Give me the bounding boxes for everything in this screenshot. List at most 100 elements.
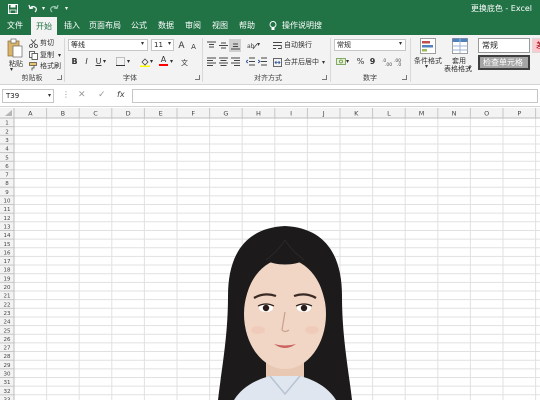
align-bottom-icon[interactable] — [229, 39, 241, 52]
copy-dropdown-icon[interactable]: ▾ — [58, 52, 61, 59]
align-left-icon[interactable] — [206, 56, 217, 67]
font-family-dropdown-icon[interactable]: ▾ — [141, 40, 144, 47]
row-header-3[interactable]: 3 — [5, 138, 9, 144]
customize-qat-icon[interactable]: ▾ — [60, 2, 73, 15]
merge-dropdown-icon[interactable]: ▾ — [322, 59, 325, 66]
column-header-A[interactable]: A — [28, 110, 33, 118]
align-middle-icon[interactable] — [218, 40, 229, 51]
column-header-D[interactable]: D — [126, 110, 131, 118]
number-format-select[interactable]: 常规 — [334, 39, 406, 51]
percent-button[interactable]: % — [355, 56, 366, 67]
wrap-text-button[interactable]: 自动换行 — [273, 40, 312, 50]
bold-button[interactable]: B — [69, 56, 80, 67]
row-header-24[interactable]: 24 — [4, 320, 11, 326]
clipboard-launcher-icon[interactable] — [57, 75, 62, 80]
row-header-2[interactable]: 2 — [5, 129, 9, 135]
number-launcher-icon[interactable] — [402, 75, 407, 80]
currency-icon[interactable] — [335, 56, 346, 67]
redo-icon[interactable] — [47, 2, 60, 15]
row-header-20[interactable]: 20 — [4, 285, 11, 291]
tab-insert[interactable]: 插入 — [60, 17, 84, 35]
row-header-1[interactable]: 1 — [5, 121, 9, 127]
row-header-30[interactable]: 30 — [4, 372, 11, 378]
column-header-K[interactable]: K — [354, 110, 359, 118]
column-header-L[interactable]: L — [387, 110, 391, 118]
column-header-H[interactable]: H — [256, 110, 261, 118]
format-as-table-dropdown-icon[interactable]: ▾ — [468, 65, 471, 72]
tab-home[interactable]: 开始 — [31, 17, 57, 35]
borders-dropdown-icon[interactable]: ▾ — [127, 58, 130, 65]
merge-center-button[interactable]: 合并后居中 ▾ — [273, 57, 325, 67]
row-header-15[interactable]: 15 — [4, 242, 11, 248]
name-box[interactable]: T39 — [2, 89, 54, 103]
column-header-P[interactable]: P — [517, 110, 521, 118]
font-launcher-icon[interactable] — [195, 75, 200, 80]
column-header-G[interactable]: G — [223, 110, 228, 118]
format-painter-button[interactable]: 格式刷 — [29, 61, 61, 71]
font-color-dropdown-icon[interactable]: ▾ — [170, 58, 173, 65]
column-header-C[interactable]: C — [93, 110, 98, 118]
paste-dropdown-icon[interactable]: ▾ — [10, 66, 13, 73]
align-right-icon[interactable] — [230, 56, 241, 67]
row-header-9[interactable]: 9 — [5, 190, 9, 196]
number-format-dropdown-icon[interactable]: ▾ — [399, 40, 402, 47]
format-as-table-icon[interactable] — [450, 37, 470, 55]
row-header-6[interactable]: 6 — [5, 164, 9, 170]
row-header-7[interactable]: 7 — [5, 173, 9, 179]
row-header-11[interactable]: 11 — [4, 207, 11, 213]
conditional-format-icon[interactable] — [418, 37, 438, 55]
column-header-M[interactable]: M — [419, 110, 425, 118]
style-check-cell[interactable]: 检查单元格 — [478, 55, 530, 70]
tab-data[interactable]: 数据 — [155, 17, 177, 35]
save-icon[interactable] — [6, 2, 19, 15]
row-header-4[interactable]: 4 — [5, 147, 9, 153]
conditional-format-dropdown-icon[interactable]: ▾ — [425, 63, 428, 70]
row-header-16[interactable]: 16 — [4, 250, 11, 256]
row-header-12[interactable]: 12 — [4, 216, 11, 222]
row-header-13[interactable]: 13 — [4, 224, 11, 230]
borders-icon[interactable] — [115, 56, 126, 67]
shrink-font-button[interactable]: A — [188, 41, 199, 52]
row-header-18[interactable]: 18 — [4, 268, 11, 274]
cut-button[interactable]: 剪切 — [29, 38, 54, 48]
column-header-J[interactable]: J — [322, 110, 325, 118]
decrease-indent-icon[interactable] — [245, 56, 256, 67]
row-header-25[interactable]: 25 — [4, 328, 11, 334]
column-header-O[interactable]: O — [484, 110, 489, 118]
increase-decimal-icon[interactable]: .0.00 — [381, 56, 392, 67]
row-header-31[interactable]: 31 — [4, 380, 11, 386]
style-bad[interactable]: 差 — [532, 38, 540, 53]
row-header-19[interactable]: 19 — [4, 276, 11, 282]
row-header-8[interactable]: 8 — [5, 181, 9, 187]
copy-button[interactable]: 复制 ▾ — [29, 50, 61, 60]
tab-formulas[interactable]: 公式 — [128, 17, 150, 35]
formula-input[interactable] — [132, 89, 538, 103]
phonetic-icon[interactable]: 文 — [180, 56, 191, 67]
comma-style-button[interactable]: 9 — [367, 56, 378, 67]
orientation-dropdown-icon[interactable]: ▾ — [257, 41, 260, 48]
cancel-edit-button[interactable]: ✕ — [78, 90, 86, 100]
insert-function-button[interactable]: fx — [117, 90, 125, 99]
tell-me-search[interactable]: 操作说明搜索 — [280, 17, 324, 48]
font-size-dropdown-icon[interactable]: ▾ — [168, 40, 171, 47]
tab-review[interactable]: 审阅 — [182, 17, 204, 35]
column-header-F[interactable]: F — [191, 110, 195, 118]
align-center-icon[interactable] — [218, 56, 229, 67]
increase-indent-icon[interactable] — [257, 56, 268, 67]
enter-edit-button[interactable]: ✓ — [98, 90, 106, 100]
italic-button[interactable]: I — [81, 56, 92, 67]
row-header-29[interactable]: 29 — [4, 363, 11, 369]
font-color-icon[interactable]: A — [158, 55, 169, 66]
name-box-dropdown-icon[interactable]: ▾ — [48, 92, 51, 99]
decrease-decimal-icon[interactable]: .00.0 — [393, 56, 404, 67]
portrait-photo[interactable] — [214, 226, 356, 400]
row-header-10[interactable]: 10 — [4, 199, 11, 205]
underline-dropdown-icon[interactable]: ▾ — [103, 58, 106, 65]
tab-page-layout[interactable]: 页面布局 — [88, 17, 122, 35]
row-header-21[interactable]: 21 — [4, 294, 11, 300]
paste-icon[interactable] — [5, 37, 25, 59]
column-header-I[interactable]: I — [290, 110, 292, 118]
row-header-28[interactable]: 28 — [4, 354, 11, 360]
alignment-launcher-icon[interactable] — [322, 75, 327, 80]
row-header-32[interactable]: 32 — [4, 389, 11, 395]
